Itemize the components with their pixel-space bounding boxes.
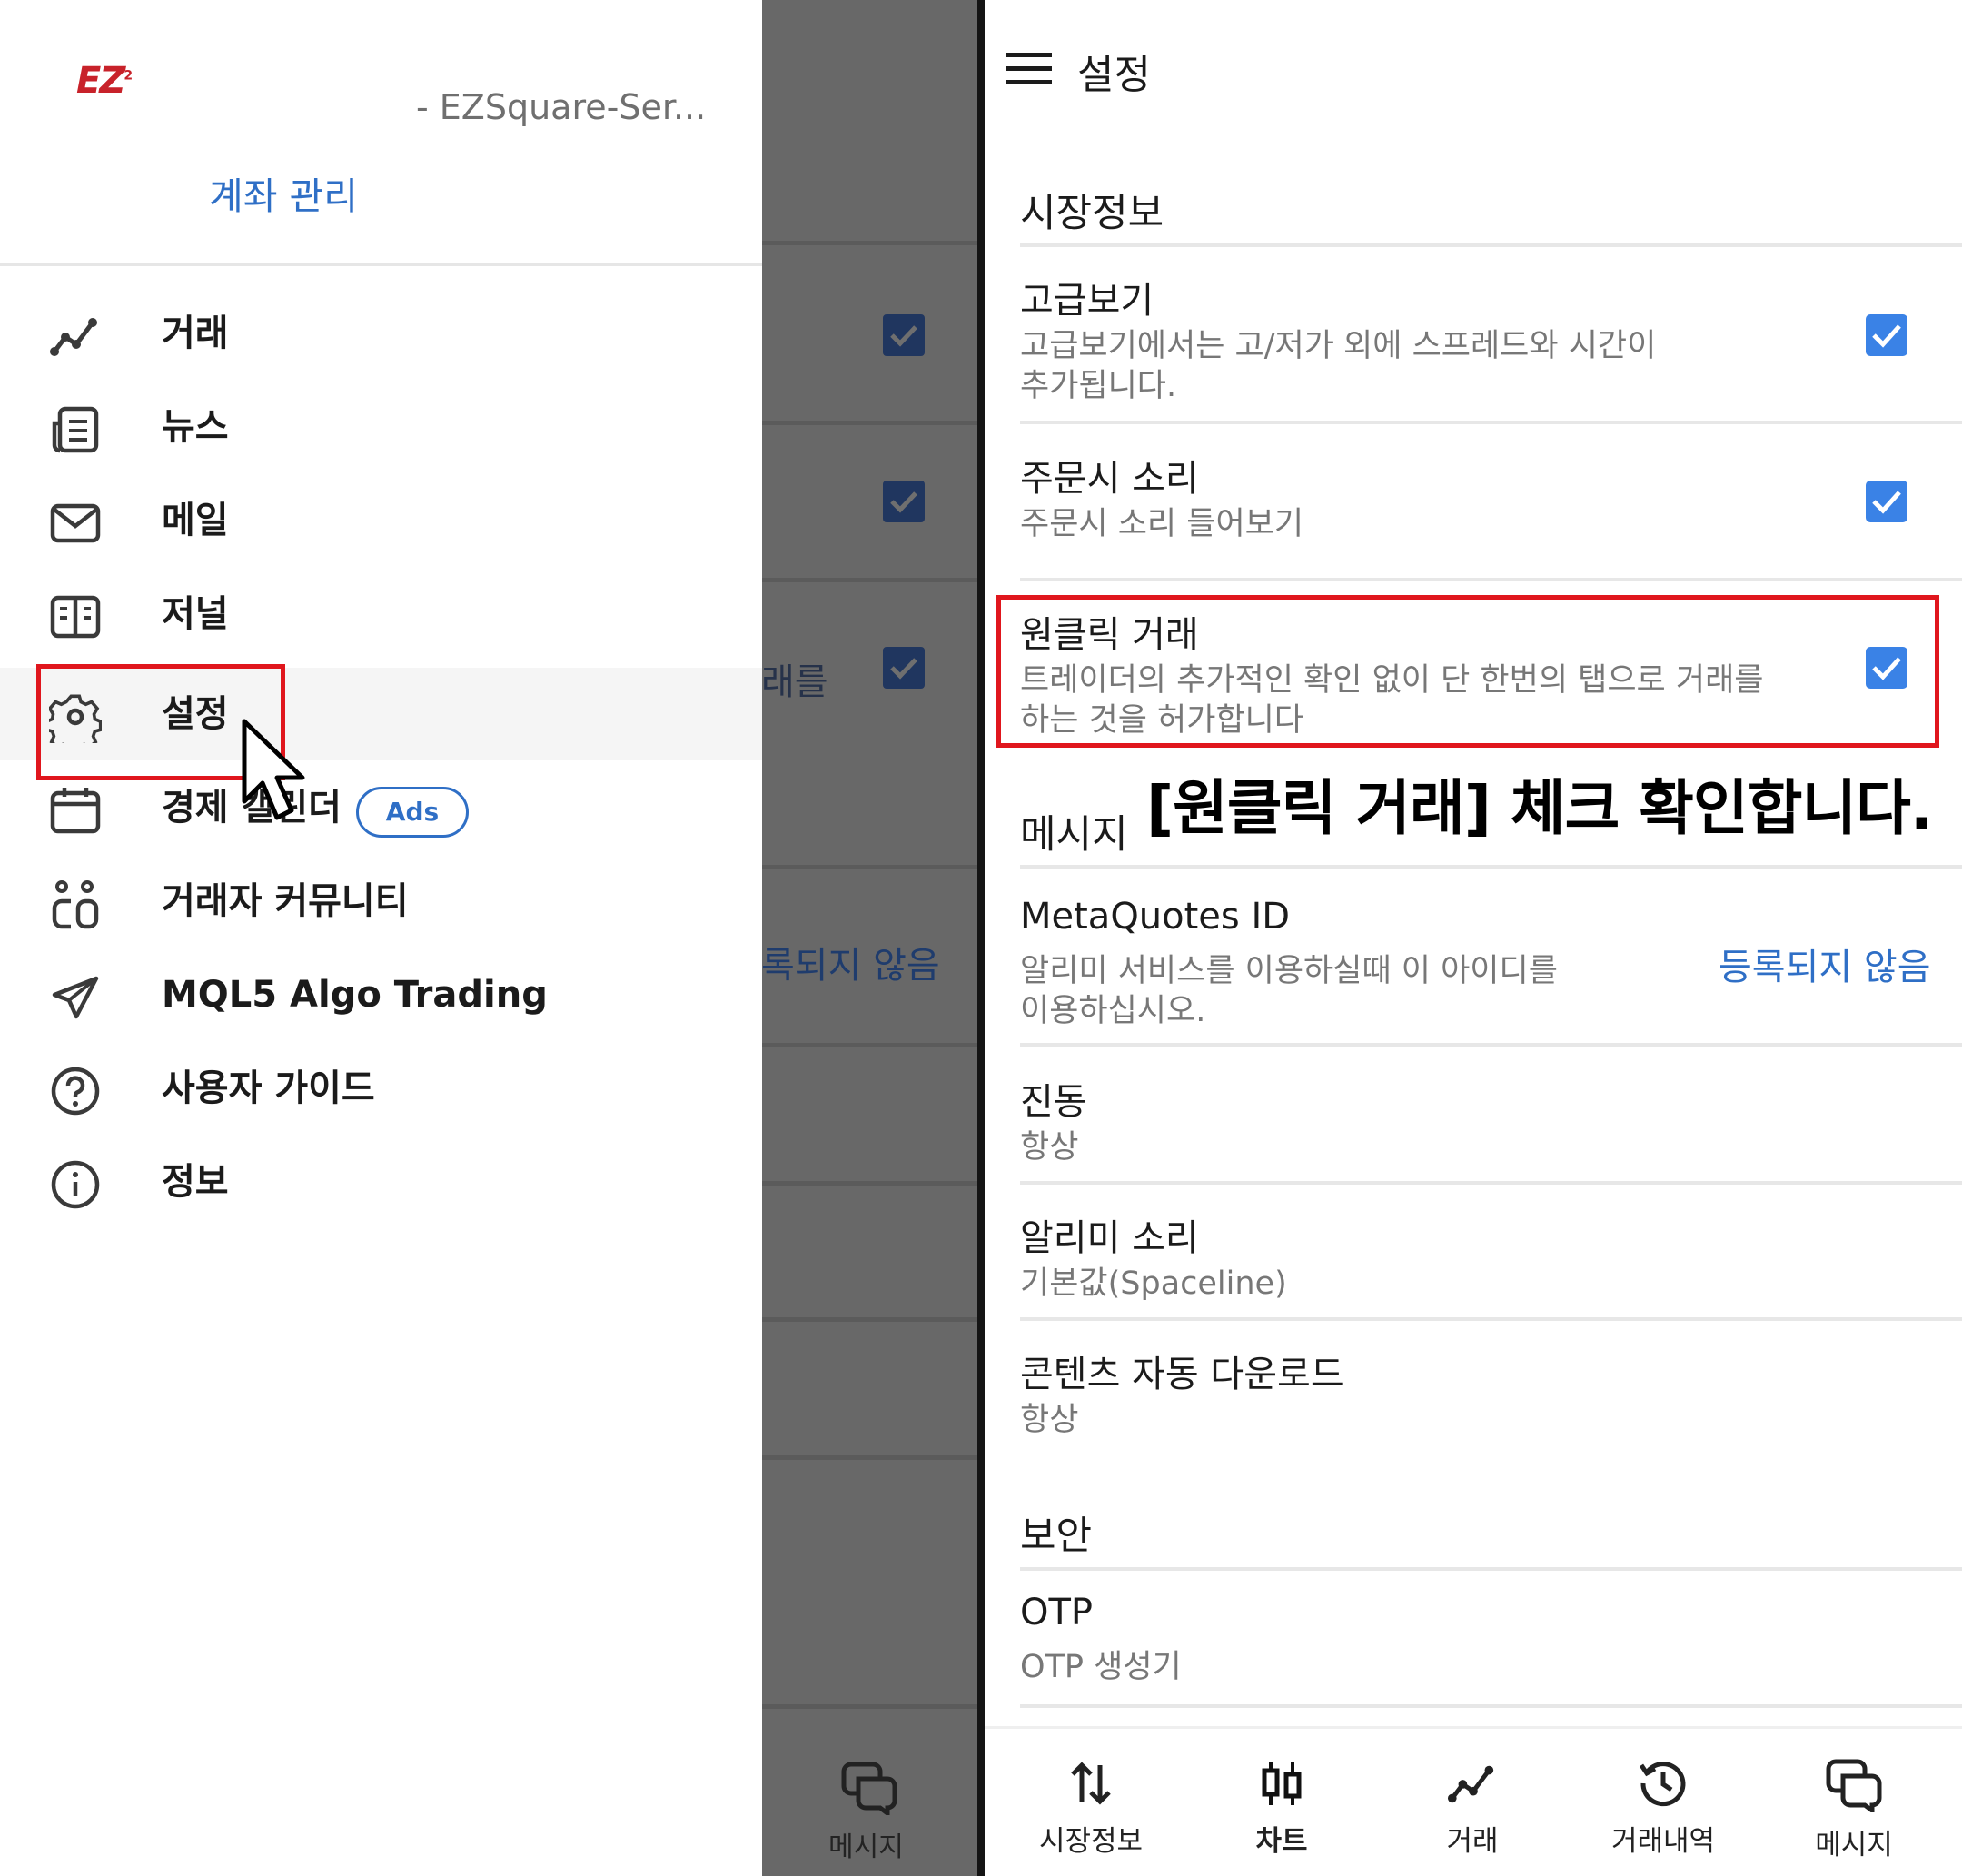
mouse-cursor-icon	[242, 719, 305, 820]
instruction-annotation: [원클릭 거래] 체크 확인합니다.	[1146, 773, 1933, 843]
setting-title: 주문시 소리	[1020, 458, 1199, 500]
section-header-market: 시장정보	[1020, 191, 1164, 236]
mail-icon	[50, 503, 101, 543]
setting-title: 고급보기	[1020, 280, 1154, 322]
section-header-security: 보안	[1020, 1514, 1093, 1559]
nav-label: 거래내역	[1610, 1825, 1716, 1858]
nav-trade[interactable]: 거래	[1382, 1758, 1563, 1867]
menu-item-trade[interactable]: 거래	[0, 287, 762, 380]
setting-title: 진동	[1020, 1081, 1087, 1123]
overlay-separator	[762, 1455, 980, 1460]
menu-item-label: 거래	[162, 313, 229, 354]
setting-title: OTP	[1020, 1592, 1094, 1633]
dimmed-partial-text: 래를	[761, 661, 828, 703]
overlay-separator	[762, 1043, 980, 1047]
item-separator	[1020, 1704, 1962, 1708]
menu-item-mail[interactable]: 메일	[0, 474, 762, 567]
setting-title: 알리미 소리	[1020, 1217, 1199, 1259]
server-name: - EZSquare-Ser...	[416, 87, 707, 127]
history-icon	[1639, 1762, 1686, 1807]
advanced-view-checkbox[interactable]	[1866, 314, 1908, 356]
help-icon	[51, 1067, 100, 1116]
dimmed-checkbox	[883, 647, 925, 689]
setting-title: MetaQuotes ID	[1020, 896, 1291, 938]
nav-quotes[interactable]: 시장정보	[1000, 1758, 1182, 1867]
menu-item-user-guide[interactable]: 사용자 가이드	[0, 1042, 762, 1135]
menu-item-label: 메일	[162, 500, 229, 541]
setting-title: 콘텐츠 자동 다운로드	[1020, 1354, 1344, 1395]
info-icon	[51, 1160, 100, 1209]
nav-messages[interactable]: 메시지	[1763, 1758, 1945, 1867]
setting-vibration[interactable]	[985, 1047, 1962, 1179]
overlay-separator	[762, 1181, 980, 1186]
overlay-separator	[762, 241, 980, 245]
trade-line-icon	[50, 318, 97, 356]
overlay-separator	[762, 421, 980, 425]
menu-item-label: 거래자 커뮤니티	[162, 880, 409, 922]
community-icon	[52, 880, 99, 929]
send-icon	[52, 976, 99, 1019]
nav-label: 거래	[1446, 1825, 1499, 1858]
chart-candles-icon	[1262, 1762, 1302, 1805]
metaquotes-register-link[interactable]: 등록되지 않음	[1719, 938, 1931, 990]
menu-item-label: 뉴스	[162, 406, 229, 448]
journal-icon	[50, 595, 101, 639]
nav-chart[interactable]: 차트	[1191, 1758, 1372, 1867]
menu-item-info[interactable]: 정보	[0, 1136, 762, 1228]
setting-description: 주문시 소리 들어보기	[1020, 506, 1304, 542]
setting-description: 이용하십시오.	[1020, 993, 1206, 1029]
page-title: 설정	[1077, 52, 1151, 98]
menu-item-label: 저널	[162, 593, 229, 635]
overlay-separator	[762, 578, 980, 582]
trade-line-icon	[1447, 1765, 1494, 1803]
overlay-separator	[762, 1317, 980, 1322]
menu-item-label: 정보	[162, 1161, 229, 1203]
news-icon	[52, 406, 99, 453]
dimmed-checkbox	[883, 314, 925, 356]
navigation-drawer: EZ2 - EZSquare-Ser... 계좌 관리 거래 뉴스 메일 저널 …	[0, 0, 762, 1876]
overlay-separator	[762, 1704, 980, 1709]
nav-label: 시장정보	[1038, 1825, 1144, 1858]
account-management-link[interactable]: 계좌 관리	[209, 165, 358, 220]
setting-description: 추가됩니다.	[1020, 368, 1177, 404]
menu-item-journal[interactable]: 저널	[0, 568, 762, 660]
nav-history[interactable]: 거래내역	[1572, 1758, 1754, 1867]
overlay-separator	[762, 865, 980, 869]
broker-logo: EZ2	[76, 60, 133, 102]
dimmed-nav-label: 메시지	[828, 1831, 904, 1863]
messages-icon	[1826, 1759, 1882, 1812]
setting-value: 항상	[1020, 1402, 1079, 1438]
nav-label: 차트	[1255, 1825, 1308, 1858]
dimmed-partial-link: 록되지 않음	[761, 945, 940, 987]
screenshot-divider	[977, 0, 985, 1876]
highlight-box-one-click	[996, 595, 1939, 748]
nav-label: 메시지	[1815, 1829, 1893, 1861]
hamburger-menu-icon[interactable]	[1006, 51, 1052, 87]
menu-item-community[interactable]: 거래자 커뮤니티	[0, 855, 762, 948]
order-sound-checkbox[interactable]	[1866, 481, 1908, 522]
section-header-messages: 메시지	[1020, 812, 1128, 858]
dimmed-checkbox	[883, 481, 925, 522]
bottom-nav-border	[985, 1726, 1962, 1729]
ads-badge: Ads	[356, 787, 469, 838]
quotes-arrows-icon	[1071, 1762, 1111, 1805]
setting-value: 항상	[1020, 1129, 1079, 1166]
drawer-divider	[0, 263, 762, 266]
messages-icon	[841, 1762, 897, 1815]
menu-item-news[interactable]: 뉴스	[0, 381, 762, 473]
setting-value: 기본값(Spaceline)	[1020, 1266, 1287, 1302]
menu-item-label: MQL5 Algo Trading	[162, 974, 548, 1016]
setting-value: OTP 생성기	[1020, 1649, 1182, 1685]
item-separator	[1020, 578, 1962, 581]
menu-item-label: 사용자 가이드	[162, 1067, 375, 1109]
menu-item-algo-trading[interactable]: MQL5 Algo Trading	[0, 948, 762, 1041]
calendar-icon	[50, 788, 101, 834]
